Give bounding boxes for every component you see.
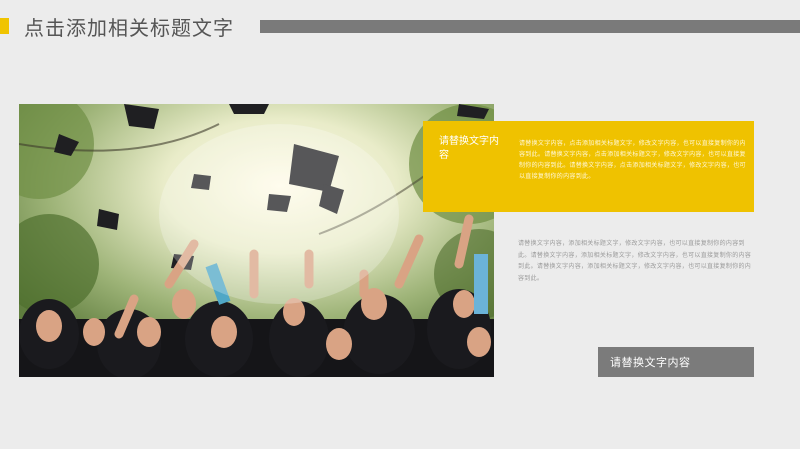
highlight-card-title[interactable]: 请替换文字内容 — [439, 135, 499, 163]
label-box[interactable]: 请替换文字内容 — [598, 347, 754, 377]
body-paragraph[interactable]: 请替换文字内容，添加相关标题文字，修改文字内容，也可以直接复制你的内容到此。请替… — [518, 238, 754, 284]
title-accent-bar — [0, 18, 9, 34]
slide-title[interactable]: 点击添加相关标题文字 — [24, 12, 234, 41]
highlight-card-body[interactable]: 请替换文字内容，点击添加相关标题文字，修改文字内容，也可以直接复制你的内容到此。… — [519, 138, 747, 182]
title-divider-bar — [260, 20, 800, 33]
label-box-text[interactable]: 请替换文字内容 — [610, 354, 691, 370]
highlight-card: 请替换文字内容 请替换文字内容，点击添加相关标题文字，修改文字内容，也可以直接复… — [423, 121, 754, 212]
